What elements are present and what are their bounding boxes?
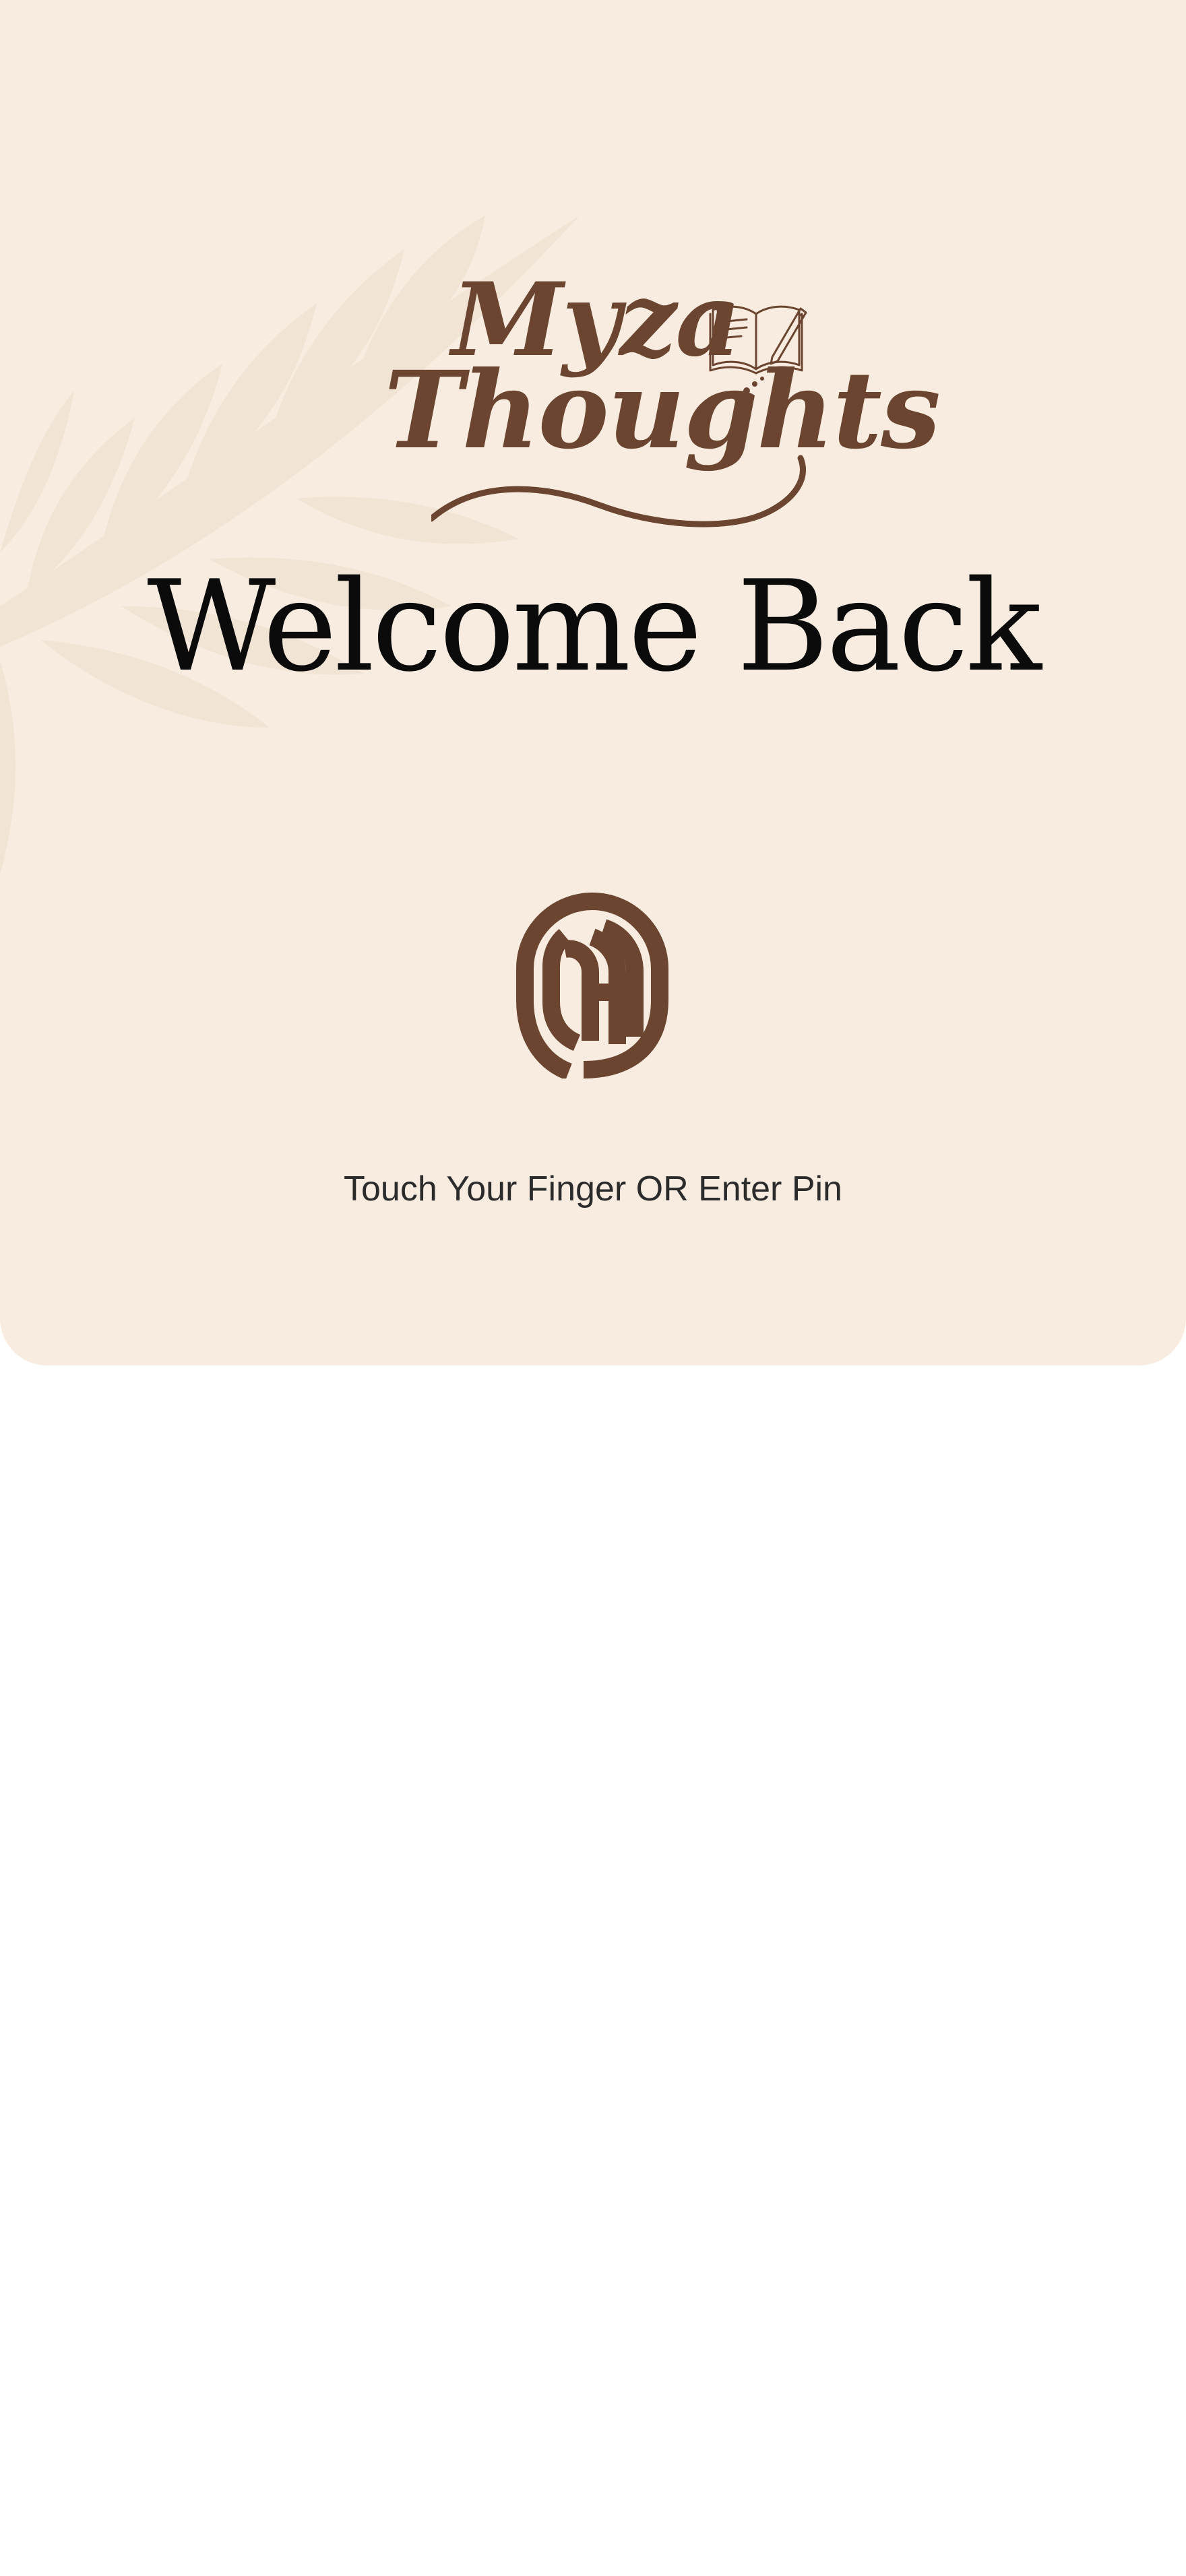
logo-dots-icon xyxy=(743,377,764,394)
open-book-pencil-icon xyxy=(709,305,807,375)
logo-swoosh-flourish-icon xyxy=(431,455,806,527)
auth-prompt-text: Touch Your Finger OR Enter Pin xyxy=(344,1169,842,1209)
lock-screen: Myza Thoughts Welcome Back Touch Your Fi… xyxy=(0,0,1186,2576)
hero-panel: Myza Thoughts Welcome Back Touch Your Fi… xyxy=(0,0,1186,1365)
fingerprint-icon[interactable] xyxy=(516,893,668,1078)
brand-logo: Myza Thoughts xyxy=(377,263,941,546)
page-title: Welcome Back xyxy=(147,553,1042,699)
